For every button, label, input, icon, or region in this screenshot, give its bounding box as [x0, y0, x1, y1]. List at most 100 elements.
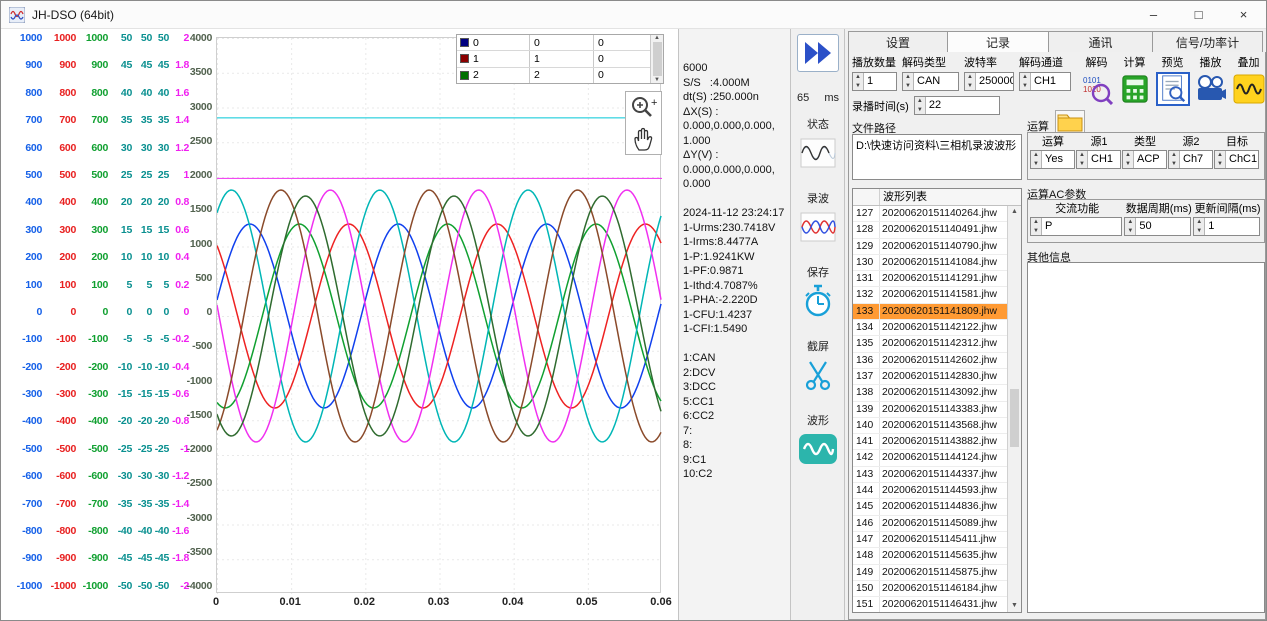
calc-tool-button[interactable]: 计算: [1117, 54, 1152, 106]
decode-type-spinner[interactable]: ▲▼CAN: [902, 72, 959, 91]
spin-up-icon[interactable]: ▲: [1077, 151, 1087, 160]
op-enable-spinner-arrows[interactable]: ▲▼: [1031, 151, 1042, 168]
spin-down-icon[interactable]: ▼: [1031, 160, 1041, 169]
record-time-spinner-arrows[interactable]: ▲▼: [915, 97, 926, 114]
waveform-plot[interactable]: [216, 37, 661, 593]
record-tool-button[interactable]: 录波: [792, 190, 844, 246]
table-row[interactable]: 12720200620151140264.jhw: [853, 206, 1007, 222]
table-row[interactable]: 14320200620151144337.jhw: [853, 467, 1007, 483]
spin-down-icon[interactable]: ▼: [1020, 82, 1030, 91]
table-row[interactable]: 14220200620151144124.jhw: [853, 450, 1007, 466]
table-row[interactable]: 13620200620151142602.jhw: [853, 353, 1007, 369]
table-row[interactable]: 14120200620151143882.jhw: [853, 434, 1007, 450]
table-row[interactable]: 14520200620151144836.jhw: [853, 499, 1007, 515]
browse-folder-button[interactable]: [1055, 110, 1085, 134]
table-row[interactable]: 12820200620151140491.jhw: [853, 222, 1007, 238]
maximize-button[interactable]: □: [1176, 1, 1221, 28]
scroll-thumb[interactable]: [653, 42, 662, 76]
tab-comm[interactable]: 通讯: [1049, 31, 1153, 53]
spin-down-icon[interactable]: ▼: [1125, 227, 1135, 236]
fast-forward-button[interactable]: [797, 34, 839, 72]
table-row[interactable]: 13820200620151143092.jhw: [853, 385, 1007, 401]
scroll-up-icon[interactable]: ▲: [1008, 206, 1021, 218]
tab-signal-power[interactable]: 信号/功率计: [1153, 31, 1263, 53]
ac-data-period-spinner[interactable]: ▲▼50: [1124, 217, 1191, 236]
close-button[interactable]: ×: [1221, 1, 1266, 28]
spin-up-icon[interactable]: ▲: [1031, 151, 1041, 160]
table-row[interactable]: 14720200620151145411.jhw: [853, 532, 1007, 548]
baud-rate-spinner[interactable]: ▲▼250000: [964, 72, 1014, 91]
table-row[interactable]: 13520200620151142312.jhw: [853, 336, 1007, 352]
scroll-thumb[interactable]: [1010, 389, 1019, 447]
zoom-in-button[interactable]: +: [629, 94, 659, 122]
tab-settings[interactable]: 设置: [848, 31, 948, 53]
plot-legend[interactable]: 000110220 ▲ ▼: [456, 34, 664, 84]
table-row[interactable]: 13420200620151142122.jhw: [853, 320, 1007, 336]
playback-count-spinner[interactable]: ▲▼1: [852, 72, 897, 91]
spin-down-icon[interactable]: ▼: [853, 82, 863, 91]
table-row[interactable]: 14820200620151145635.jhw: [853, 548, 1007, 564]
spin-down-icon[interactable]: ▼: [965, 82, 975, 91]
scroll-down-icon[interactable]: ▼: [654, 77, 660, 83]
spin-up-icon[interactable]: ▲: [915, 97, 925, 106]
table-row[interactable]: 14420200620151144593.jhw: [853, 483, 1007, 499]
preview-tool-button[interactable]: 预览: [1155, 54, 1190, 106]
ac-update-interval-spinner[interactable]: ▲▼1: [1193, 217, 1260, 236]
table-row[interactable]: 13720200620151142830.jhw: [853, 369, 1007, 385]
spin-up-icon[interactable]: ▲: [903, 73, 913, 82]
table-row[interactable]: 12920200620151140790.jhw: [853, 239, 1007, 255]
spin-down-icon[interactable]: ▼: [1077, 160, 1087, 169]
waveform-tool-button[interactable]: 波形: [792, 412, 844, 468]
spin-down-icon[interactable]: ▼: [903, 82, 913, 91]
overlay-tool-button[interactable]: 叠加: [1231, 54, 1266, 106]
decode-type-spinner-arrows[interactable]: ▲▼: [903, 73, 914, 90]
op-type-spinner[interactable]: ▲▼ACP: [1122, 150, 1167, 169]
record-time-spinner[interactable]: ▲▼22: [914, 96, 1000, 115]
table-row[interactable]: 14620200620151145089.jhw: [853, 516, 1007, 532]
status-tool-button[interactable]: 状态: [792, 116, 844, 172]
file-path-box[interactable]: D:\快速访问资料\三相机录波波形: [852, 134, 1022, 180]
op-target-spinner[interactable]: ▲▼ChC1: [1214, 150, 1259, 169]
spin-up-icon[interactable]: ▲: [1031, 218, 1041, 227]
screenshot-tool-button[interactable]: 截屏: [792, 338, 844, 394]
ac-data-period-spinner-arrows[interactable]: ▲▼: [1125, 218, 1136, 235]
op-target-spinner-arrows[interactable]: ▲▼: [1215, 151, 1226, 168]
pan-hand-button[interactable]: [629, 125, 659, 153]
ac-function-spinner-arrows[interactable]: ▲▼: [1031, 218, 1042, 235]
legend-scrollbar[interactable]: ▲ ▼: [650, 35, 663, 83]
scroll-down-icon[interactable]: ▼: [1008, 600, 1021, 612]
spin-down-icon[interactable]: ▼: [1215, 160, 1225, 169]
op-source1-spinner[interactable]: ▲▼CH1: [1076, 150, 1121, 169]
table-row[interactable]: 13320200620151141809.jhw: [853, 304, 1007, 320]
spin-down-icon[interactable]: ▼: [1194, 227, 1204, 236]
spin-up-icon[interactable]: ▲: [1125, 218, 1135, 227]
decode-tool-button[interactable]: 解码01011010: [1079, 54, 1114, 106]
table-row[interactable]: 13020200620151141084.jhw: [853, 255, 1007, 271]
op-type-spinner-arrows[interactable]: ▲▼: [1123, 151, 1134, 168]
spin-up-icon[interactable]: ▲: [1020, 73, 1030, 82]
table-row[interactable]: 14920200620151145875.jhw: [853, 565, 1007, 581]
playback-count-spinner-arrows[interactable]: ▲▼: [853, 73, 864, 90]
table-row[interactable]: 14020200620151143568.jhw: [853, 418, 1007, 434]
legend-row[interactable]: 220: [457, 68, 650, 83]
spin-down-icon[interactable]: ▼: [1031, 227, 1041, 236]
spin-up-icon[interactable]: ▲: [853, 73, 863, 82]
minimize-button[interactable]: –: [1131, 1, 1176, 28]
table-row[interactable]: 15120200620151146431.jhw: [853, 597, 1007, 612]
file-list-scrollbar[interactable]: ▲ ▼: [1007, 206, 1021, 612]
play-tool-button[interactable]: 播放: [1193, 54, 1228, 106]
ac-update-interval-spinner-arrows[interactable]: ▲▼: [1194, 218, 1205, 235]
op-source1-spinner-arrows[interactable]: ▲▼: [1077, 151, 1088, 168]
spin-down-icon[interactable]: ▼: [1169, 160, 1179, 169]
spin-down-icon[interactable]: ▼: [1123, 160, 1133, 169]
decode-channel-spinner[interactable]: ▲▼CH1: [1019, 72, 1071, 91]
op-source2-spinner-arrows[interactable]: ▲▼: [1169, 151, 1180, 168]
spin-down-icon[interactable]: ▼: [915, 106, 925, 115]
scroll-up-icon[interactable]: ▲: [654, 35, 660, 41]
table-row[interactable]: 13920200620151143383.jhw: [853, 402, 1007, 418]
spin-up-icon[interactable]: ▲: [1169, 151, 1179, 160]
table-row[interactable]: 13220200620151141581.jhw: [853, 287, 1007, 303]
tab-record[interactable]: 记录: [948, 31, 1049, 53]
legend-row[interactable]: 000: [457, 35, 650, 51]
spin-up-icon[interactable]: ▲: [1215, 151, 1225, 160]
